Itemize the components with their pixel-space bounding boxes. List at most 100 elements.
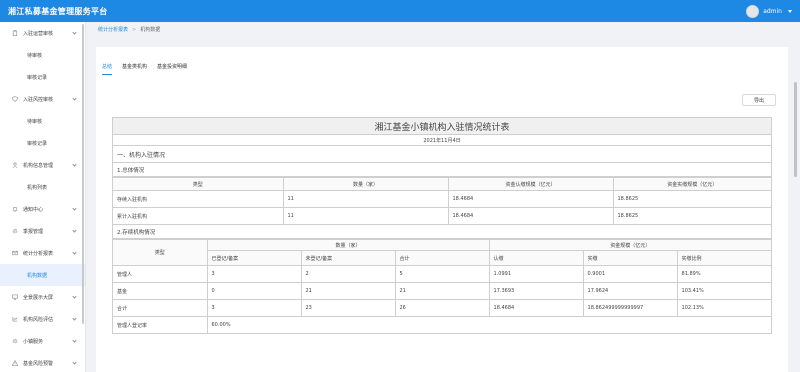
gear-icon (12, 228, 18, 234)
chevron-down-icon (72, 338, 77, 343)
main-area: 统计分析报表 > 机构数据 总结 基金类机构 基金投资明细 导出 湘江基金小镇机… (86, 22, 800, 372)
user-name[interactable]: admin (763, 8, 782, 15)
section-heading: 一、机构入驻情况 (113, 146, 771, 163)
sidebar-scrollbar[interactable] (82, 24, 84, 324)
chevron-down-icon (72, 206, 77, 211)
column-group-header: 数量（家） (206, 239, 490, 251)
sidebar-group[interactable]: 机构信息管理 (0, 154, 85, 176)
breadcrumb-separator: > (132, 26, 137, 33)
sidebar-item-label: 通知中心 (23, 206, 44, 213)
sidebar-item[interactable]: 待审核 (0, 110, 85, 132)
sidebar-item-label: 待审核 (27, 118, 43, 125)
table-cell: 0 (206, 282, 302, 300)
chevron-down-icon (72, 30, 77, 35)
column-header: 资金实缴规模（亿元） (612, 177, 771, 191)
table-cell: 管理人登记率 (113, 316, 208, 334)
sidebar-item-label: 审核记录 (27, 140, 48, 147)
warning-icon (12, 360, 18, 366)
table-cell: 3 (206, 265, 302, 283)
tab-bar: 总结 基金类机构 基金投资明细 (102, 63, 187, 75)
user-menu[interactable]: admin (746, 4, 792, 18)
sidebar-item-label: 小镇服务 (23, 338, 44, 345)
breadcrumb-item-org-data: 机构数据 (140, 27, 161, 33)
table-cell: 累计入驻机构 (113, 207, 284, 225)
column-header: 类型 (113, 177, 284, 191)
chevron-down-icon[interactable] (788, 9, 792, 13)
table-cell: 21 (300, 282, 396, 300)
chevron-down-icon (72, 162, 77, 167)
overall-table: 类型 数量（家） 资金认缴规模（亿元） 资金实缴规模（亿元） 存续入驻机构 11… (113, 177, 771, 225)
table-cell: 11 (282, 207, 449, 225)
sidebar-item-label: 全景展示大屏 (23, 294, 54, 301)
sidebar-item-label: 统计分析报表 (23, 250, 54, 257)
table-cell: 17.9624 (582, 282, 678, 300)
table-row: 基金 0 21 21 17.3693 17.9624 103.41% (113, 282, 771, 300)
sidebar-item[interactable]: 审核记录 (0, 132, 85, 154)
chevron-down-icon (72, 96, 77, 101)
sidebar-item-label: 机构数据 (27, 272, 48, 279)
top-bar: 湘江私募基金管理服务平台 admin (0, 0, 800, 22)
table-row: 累计入驻机构 11 18.4684 18.8625 (113, 207, 771, 225)
sidebar-group[interactable]: 季报管理 (0, 220, 85, 242)
subsection-heading-existing: 2.存续机构情况 (113, 225, 771, 239)
sidebar-item[interactable]: 机构数据 (0, 264, 85, 286)
sidebar-group[interactable]: 机构风险评估 (0, 308, 85, 330)
avatar[interactable] (746, 4, 760, 18)
sidebar-item[interactable]: 待审核 (0, 44, 85, 66)
tab-fund-investments[interactable]: 基金投资明细 (157, 63, 187, 75)
table-cell: 18.4684 (447, 207, 614, 225)
export-button[interactable]: 导出 (742, 94, 776, 106)
mail-icon (12, 250, 18, 256)
table-cell: 2 (300, 265, 396, 283)
sidebar-item-label: 待审核 (27, 52, 43, 59)
table-cell: 18.8625 (612, 207, 771, 225)
monitor-icon (12, 294, 18, 300)
column-header: 认缴 (488, 250, 584, 266)
sidebar-group[interactable]: 通知中心 (0, 198, 85, 220)
chart-icon (12, 316, 18, 322)
shield-icon (12, 96, 18, 102)
table-cell: 17.3693 (488, 282, 584, 300)
tab-fund-orgs[interactable]: 基金类机构 (122, 63, 147, 75)
table-cell: 23 (300, 299, 396, 317)
sidebar-item-label: 入驻风控审核 (23, 96, 54, 103)
sidebar-item-label: 机构信息管理 (23, 162, 54, 169)
table-cell: 管理人 (113, 265, 208, 283)
person-icon (12, 162, 18, 168)
table-cell: 18.4684 (488, 299, 584, 317)
report-date: 2021年11月4日 (113, 135, 771, 146)
table-subheader-row: 已登记/备案 未登记/备案 合计 认缴 实缴 实缴比例 (113, 250, 771, 266)
subsection-heading-overall: 1.总体情况 (113, 163, 771, 177)
sidebar-group[interactable]: 小镇服务 (0, 330, 85, 352)
sidebar-item-label: 基金风险预警 (23, 360, 54, 367)
sidebar-item[interactable]: 审核记录 (0, 66, 85, 88)
column-header: 已登记/备案 (207, 250, 302, 266)
column-header: 未登记/备案 (300, 250, 396, 266)
report-table: 湘江基金小镇机构入驻情况统计表 2021年11月4日 一、机构入驻情况 1.总体… (112, 117, 772, 334)
sidebar-item[interactable]: 机构列表 (0, 176, 85, 198)
gear-icon (12, 338, 18, 344)
table-cell: 合计 (113, 299, 208, 317)
content-scrollbar[interactable] (794, 82, 797, 177)
sidebar-item-label: 入驻运营审核 (23, 30, 54, 37)
chevron-down-icon (72, 294, 77, 299)
breadcrumb-item-stats[interactable]: 统计分析报表 (98, 26, 128, 33)
tab-summary[interactable]: 总结 (102, 63, 113, 75)
table-cell: 26 (394, 299, 490, 317)
sidebar-group[interactable]: 全景展示大屏 (0, 286, 85, 308)
report-title: 湘江基金小镇机构入驻情况统计表 (113, 118, 771, 135)
table-cell: 存续入驻机构 (113, 190, 284, 208)
table-cell: 18.4684 (447, 190, 614, 208)
sidebar-group[interactable]: 统计分析报表 (0, 242, 85, 264)
table-row: 管理人 3 2 5 1.0991 0.9001 81.89% (113, 265, 771, 283)
column-header: 实缴比例 (676, 250, 771, 266)
table-cell: 81.89% (676, 265, 771, 283)
sidebar-group[interactable]: 入驻运营审核 (0, 22, 85, 44)
table-cell: 102.13% (676, 299, 771, 317)
breadcrumb: 统计分析报表 > 机构数据 (86, 22, 800, 37)
table-cell: 0.9001 (582, 265, 678, 283)
table-cell: 3 (206, 299, 302, 317)
table-cell: 基金 (113, 282, 208, 300)
sidebar-group[interactable]: 基金风险预警 (0, 352, 85, 372)
sidebar-group[interactable]: 入驻风控审核 (0, 88, 85, 110)
